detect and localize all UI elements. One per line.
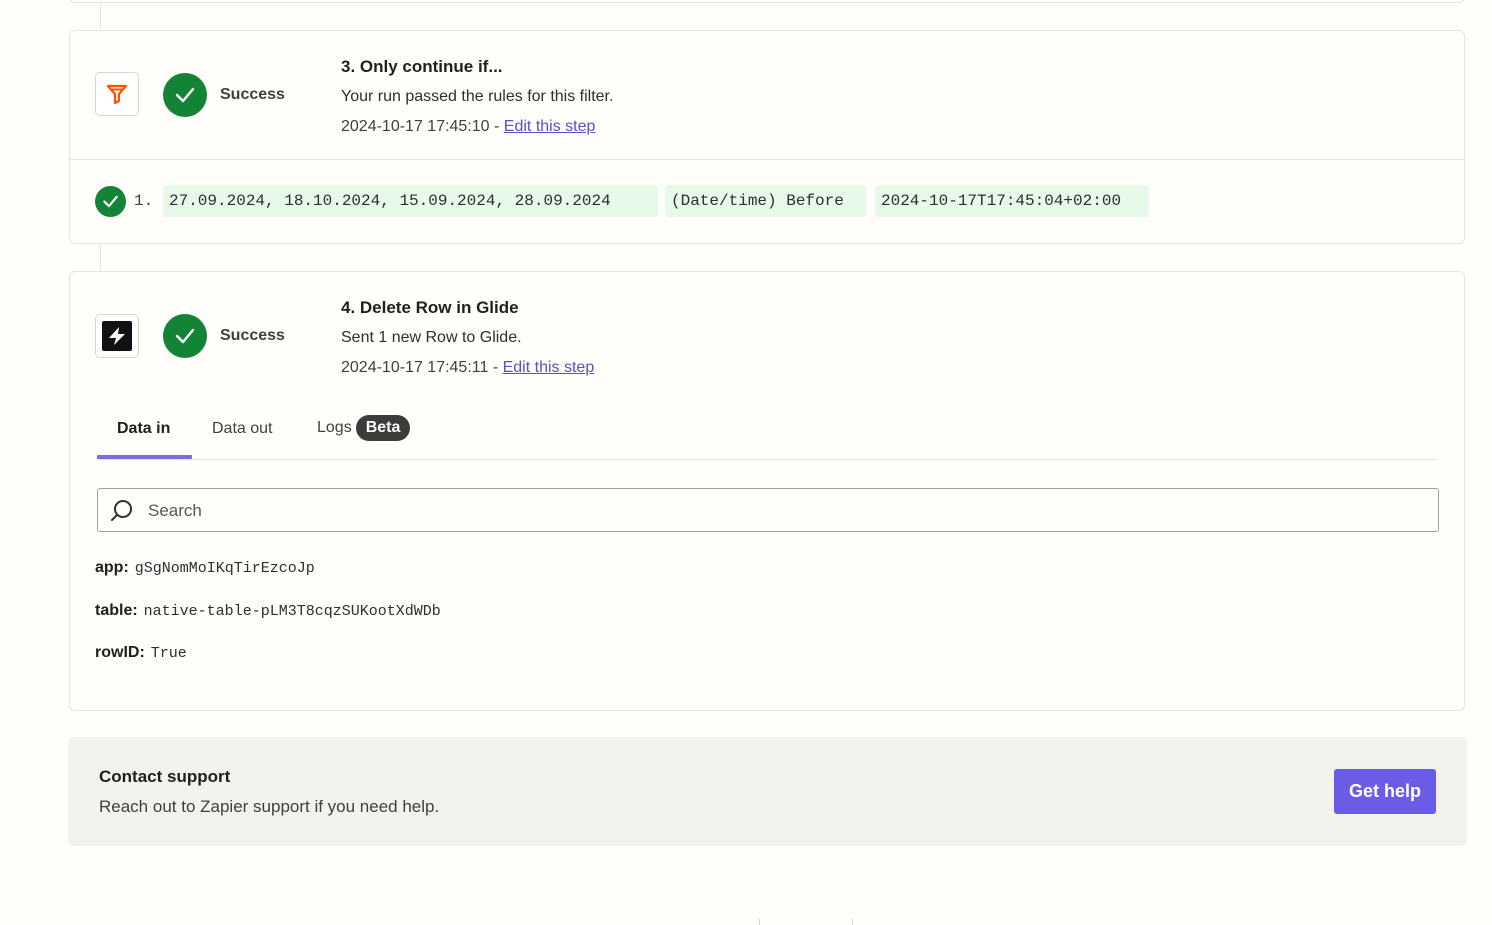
contact-support-panel: Contact support Reach out to Zapier supp… <box>68 737 1467 846</box>
step-title: 4. Delete Row in Glide <box>341 298 519 317</box>
data-field-row: rowID: True <box>95 644 187 662</box>
data-field-row: table: native-table-pLM3T8cqzSUKootXdWDb <box>95 602 441 620</box>
step-title: 3. Only continue if... <box>341 57 503 76</box>
meta-separator: - <box>489 118 504 135</box>
step-connector-line <box>100 3 101 31</box>
tab-logs[interactable]: Logs Beta <box>317 415 411 441</box>
field-key: app: <box>95 559 129 576</box>
field-key: rowID: <box>95 644 145 661</box>
step-meta: 2024-10-17 17:45:10 - Edit this step <box>341 118 595 136</box>
tab-bar-divider <box>97 459 1437 460</box>
search-field[interactable] <box>97 488 1439 533</box>
beta-badge: Beta <box>355 415 411 441</box>
step-timestamp: 2024-10-17 17:45:10 <box>341 118 490 135</box>
step-meta: 2024-10-17 17:45:11 - Edit this step <box>341 359 594 377</box>
support-title: Contact support <box>99 767 231 786</box>
card-divider <box>70 159 1464 160</box>
meta-separator: - <box>488 359 503 376</box>
field-value: gSgNomMoIKqTirEzcoJp <box>134 560 315 577</box>
tab-logs-label: Logs <box>317 419 352 436</box>
data-field-row: app: gSgNomMoIKqTirEzcoJp <box>95 559 315 577</box>
rule-index: 1. <box>134 192 154 210</box>
rule-passed-check-icon <box>95 186 126 217</box>
glide-icon <box>95 314 139 358</box>
rule-compare-value: 2024-10-17T17:45:04+02:00 <box>875 185 1149 217</box>
edit-step-link[interactable]: Edit this step <box>503 359 595 376</box>
search-icon <box>110 499 134 528</box>
previous-step-card-edge <box>69 0 1465 3</box>
filter-icon <box>95 72 139 116</box>
step-timestamp: 2024-10-17 17:45:11 <box>341 359 489 376</box>
page-edge-mark <box>852 919 853 925</box>
step-description: Your run passed the rules for this filte… <box>341 88 614 105</box>
tab-data-out[interactable]: Data out <box>212 420 272 438</box>
field-value: native-table-pLM3T8cqzSUKootXdWDb <box>143 603 441 620</box>
step-connector-line <box>100 244 101 272</box>
rule-operator: (Date/time) Before <box>665 185 866 217</box>
success-check-icon <box>163 73 207 117</box>
step-card-filter: Success 3. Only continue if... Your run … <box>69 30 1465 244</box>
rule-values: 27.09.2024, 18.10.2024, 15.09.2024, 28.0… <box>163 185 658 217</box>
status-label: Success <box>220 327 285 344</box>
step-card-glide: Success 4. Delete Row in Glide Sent 1 ne… <box>69 271 1465 711</box>
search-input[interactable] <box>146 489 1420 533</box>
get-help-button[interactable]: Get help <box>1334 769 1436 814</box>
tab-data-in[interactable]: Data in <box>117 420 170 438</box>
active-tab-indicator <box>97 455 192 459</box>
field-key: table: <box>95 602 138 619</box>
edit-step-link[interactable]: Edit this step <box>504 118 596 135</box>
status-label: Success <box>220 86 285 103</box>
step-description: Sent 1 new Row to Glide. <box>341 329 522 346</box>
page-edge-mark <box>759 919 760 925</box>
success-check-icon <box>163 314 207 358</box>
support-description: Reach out to Zapier support if you need … <box>99 797 440 816</box>
field-value: True <box>150 645 187 662</box>
